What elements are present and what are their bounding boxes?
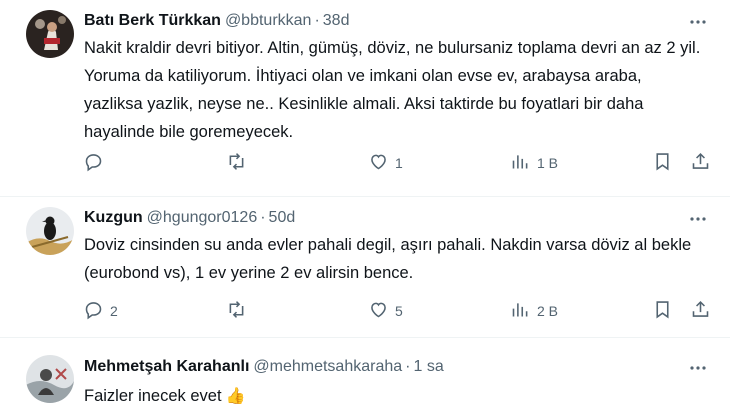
author-handle[interactable]: @bbturkkan: [225, 12, 312, 29]
reply-icon: [83, 151, 104, 175]
tweet-header: Mehmetşah Karahanlı @mehmetsahkaraha · 1 sa: [84, 357, 444, 377]
bookmark-icon: [652, 299, 673, 323]
bookmark-button[interactable]: [652, 298, 673, 324]
reply-icon: [83, 299, 104, 323]
tweet-text-container: Faizler inecek evet 👍: [84, 382, 704, 411]
avatar-image: [26, 207, 74, 255]
more-icon[interactable]: [688, 209, 708, 229]
retweet-button[interactable]: [226, 150, 247, 176]
share-button[interactable]: [690, 298, 711, 324]
retweet-icon: [226, 299, 247, 323]
author-handle[interactable]: @mehmetsahkaraha: [253, 358, 402, 375]
timestamp[interactable]: 50d: [269, 209, 296, 226]
action-bar: 2 5 2 B: [0, 298, 730, 324]
tweet-header: Batı Berk Türkkan @bbturkkan · 38d: [84, 11, 349, 31]
avatar-image: [26, 10, 74, 58]
heart-icon: [368, 299, 389, 323]
author-handle[interactable]: @hgungor0126: [147, 209, 258, 226]
heart-icon: [368, 151, 389, 175]
separator-dot: ·: [405, 358, 411, 375]
views-button[interactable]: 2 B: [510, 298, 558, 324]
author-name[interactable]: Batı Berk Türkkan: [84, 12, 221, 29]
share-icon: [690, 151, 711, 175]
tweet-text: Doviz cinsinden su anda evler pahali deg…: [84, 236, 692, 282]
avatar[interactable]: [26, 207, 74, 255]
like-count: 5: [395, 303, 403, 319]
timestamp[interactable]: 1 sa: [413, 358, 443, 375]
tweet-text: Faizler inecek evet: [84, 387, 222, 405]
avatar-image: [26, 355, 74, 403]
retweet-button[interactable]: [226, 298, 247, 324]
reply-button[interactable]: [83, 150, 104, 176]
tweet-text: Nakit kraldir devri bitiyor. Altin, gümü…: [84, 39, 701, 141]
avatar[interactable]: [26, 355, 74, 403]
author-name[interactable]: Kuzgun: [84, 209, 143, 226]
retweet-icon: [226, 151, 247, 175]
tweet[interactable]: Kuzgun @hgungor0126 · 50d Doviz cinsinden s…: [0, 197, 730, 338]
separator-dot: ·: [260, 209, 266, 226]
like-button[interactable]: 5: [368, 298, 403, 324]
like-button[interactable]: 1: [368, 150, 403, 176]
views-icon: [510, 151, 531, 175]
thumbs-up-emoji: 👍: [225, 388, 246, 405]
action-bar: 1 1 B: [0, 150, 730, 176]
more-icon[interactable]: [688, 358, 708, 378]
timestamp[interactable]: 38d: [323, 12, 350, 29]
bookmark-icon: [652, 151, 673, 175]
separator-dot: ·: [314, 12, 320, 29]
share-button[interactable]: [690, 150, 711, 176]
reply-button[interactable]: 2: [83, 298, 118, 324]
share-icon: [690, 299, 711, 323]
views-icon: [510, 299, 531, 323]
author-name[interactable]: Mehmetşah Karahanlı: [84, 358, 249, 375]
tweet-header: Kuzgun @hgungor0126 · 50d: [84, 208, 295, 228]
views-count: 1 B: [537, 155, 559, 171]
avatar[interactable]: [26, 10, 74, 58]
tweet[interactable]: Mehmetşah Karahanlı @mehmetsahkaraha · 1 sa…: [0, 338, 730, 420]
views-button[interactable]: 1 B: [510, 150, 558, 176]
views-count: 2 B: [537, 303, 559, 319]
tweet[interactable]: Batı Berk Türkkan @bbturkkan · 38d Nakit kr…: [0, 0, 730, 197]
reply-count: 2: [110, 303, 118, 319]
like-count: 1: [395, 155, 403, 171]
bookmark-button[interactable]: [652, 150, 673, 176]
more-icon[interactable]: [688, 12, 708, 32]
